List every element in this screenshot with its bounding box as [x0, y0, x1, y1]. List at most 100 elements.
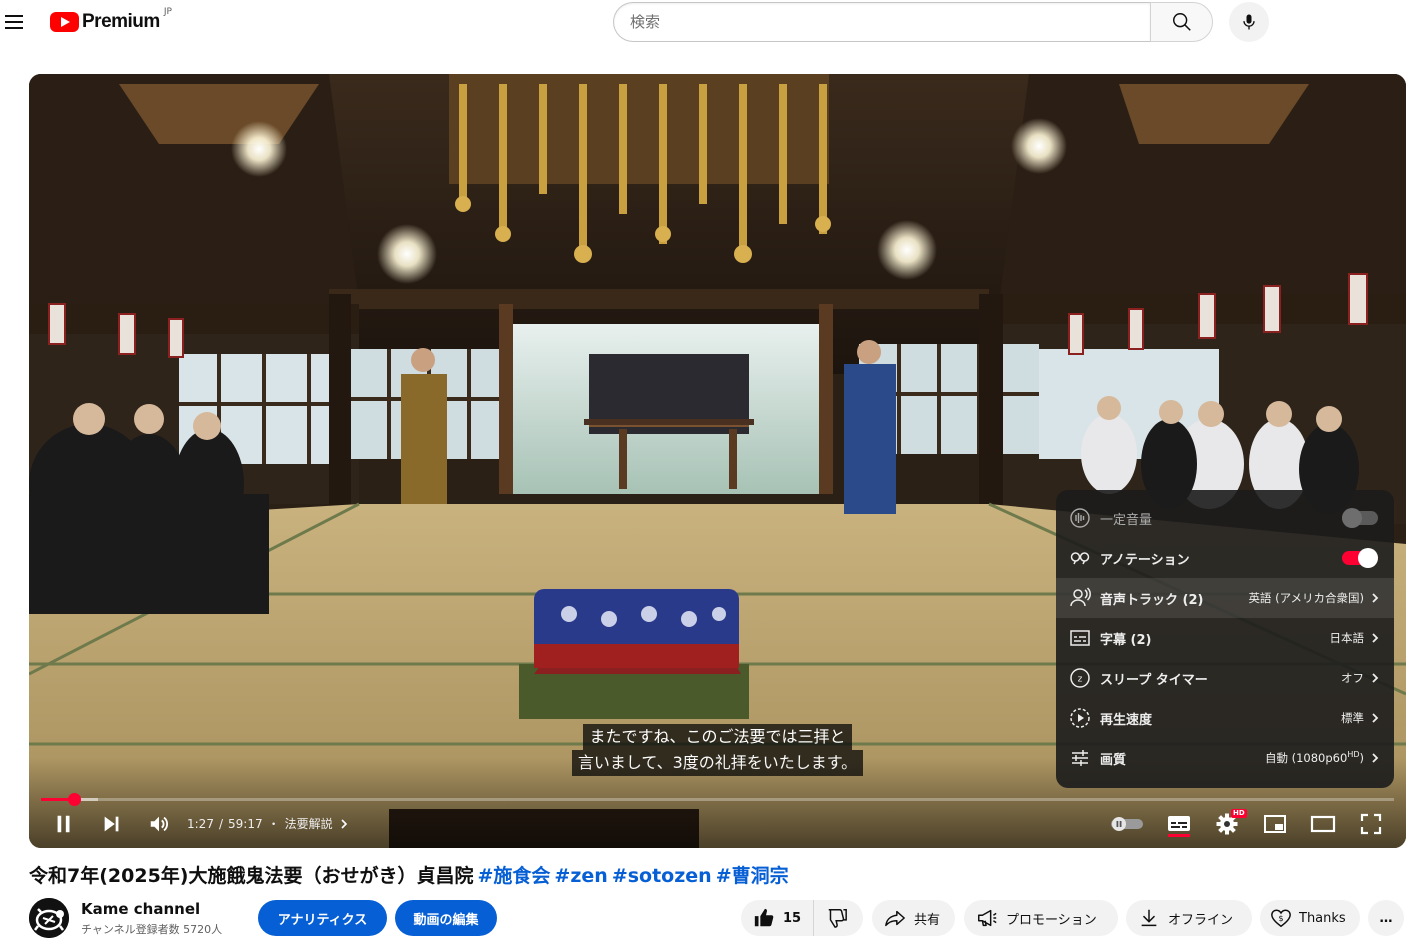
promote-label: プロモーション: [1006, 912, 1097, 928]
channel-name[interactable]: Kame channel: [81, 900, 222, 918]
download-icon: [1141, 909, 1157, 927]
menu-value: 英語 (アメリカ合衆国): [1248, 591, 1364, 605]
thanks-button[interactable]: $ Thanks: [1260, 900, 1360, 936]
pause-icon: [57, 815, 70, 833]
youtube-premium-logo[interactable]: Premium JP: [50, 7, 172, 34]
menu-value: 標準: [1341, 711, 1364, 725]
download-label: オフライン: [1168, 912, 1234, 928]
menu-item-audio-track[interactable]: 音声トラック (2) 英語 (アメリカ合衆国): [1056, 578, 1394, 618]
miniplayer-button[interactable]: [1259, 810, 1291, 838]
microphone-icon: [1243, 14, 1255, 30]
menu-item-annotations[interactable]: アノテーション: [1056, 538, 1394, 578]
hd-badge: HD: [1231, 809, 1247, 818]
edit-video-button[interactable]: 動画の編集: [395, 900, 497, 936]
svg-text:z: z: [1078, 675, 1083, 685]
dislike-button[interactable]: [814, 900, 860, 936]
chapter-title[interactable]: 法要解説: [285, 815, 333, 832]
chevron-right-icon: [1370, 592, 1380, 604]
analytics-button[interactable]: アナリティクス: [258, 900, 387, 936]
chevron-right-icon: [1370, 752, 1380, 764]
menu-item-stable-volume[interactable]: 一定音量: [1056, 498, 1394, 538]
subtitles-button[interactable]: [1163, 810, 1195, 838]
theater-mode-button[interactable]: [1307, 810, 1339, 838]
time-display: 1:27 / 59:17 ・ 法要解説: [187, 815, 350, 832]
menu-value: 日本語: [1329, 631, 1365, 645]
guide-menu-icon[interactable]: [4, 10, 28, 34]
hashtag-link[interactable]: #zen: [554, 865, 607, 887]
menu-item-sleep-timer[interactable]: z スリープ タイマー オフ: [1056, 658, 1394, 698]
audio-track-icon: [1068, 586, 1092, 610]
share-button[interactable]: 共有: [872, 900, 955, 936]
chevron-right-icon: [341, 818, 347, 829]
settings-menu: 一定音量 アノテーション 音声トラック (2) 英語 (アメリカ合衆国) 字幕 …: [1056, 490, 1394, 788]
chevron-right-icon: [1370, 672, 1380, 684]
menu-label: スリープ タイマー: [1100, 672, 1208, 688]
thumbs-down-icon: [828, 909, 847, 928]
time-duration: 59:17: [228, 816, 263, 831]
menu-label: 字幕 (2): [1100, 632, 1152, 648]
autoplay-toggle[interactable]: [1109, 810, 1145, 838]
youtube-logo-icon: [50, 12, 79, 32]
hashtag-link[interactable]: #施食会: [477, 865, 550, 887]
hashtag-link[interactable]: #曹洞宗: [716, 865, 789, 887]
megaphone-icon: [978, 909, 997, 927]
thanks-heart-icon: $: [1271, 909, 1291, 928]
mute-button[interactable]: [144, 810, 174, 838]
autoplay-icon: [1111, 817, 1143, 831]
miniplayer-icon: [1264, 815, 1286, 833]
chapter-separator: ・: [267, 817, 280, 831]
annotations-toggle[interactable]: [1342, 548, 1378, 568]
time-separator: /: [218, 816, 223, 831]
video-owner: Kame channel チャンネル登録者数 5720人: [29, 896, 222, 940]
next-button[interactable]: [97, 810, 127, 838]
menu-label: 再生速度: [1100, 712, 1153, 728]
more-actions-button[interactable]: …: [1368, 900, 1404, 936]
menu-item-subtitles[interactable]: 字幕 (2) 日本語: [1056, 618, 1394, 658]
menu-value: 自動 (1080p60HD): [1264, 750, 1364, 765]
theater-mode-icon: [1310, 815, 1336, 833]
masthead: Premium JP: [0, 0, 1412, 44]
caption-line-1: またですね、このご法要では三拝と: [583, 724, 852, 750]
sleep-timer-icon: z: [1068, 666, 1092, 690]
thumbs-up-icon: [754, 908, 774, 927]
playback-speed-icon: [1068, 706, 1092, 730]
menu-item-quality[interactable]: 画質 自動 (1080p60HD): [1056, 738, 1394, 778]
quality-icon: [1068, 746, 1092, 770]
like-button[interactable]: 15: [741, 900, 815, 936]
search-button[interactable]: [1150, 2, 1213, 42]
share-icon: [885, 910, 905, 927]
annotations-icon: [1068, 546, 1092, 570]
country-code: JP: [163, 7, 172, 17]
fullscreen-button[interactable]: [1355, 810, 1387, 838]
search-icon: [1172, 13, 1191, 31]
svg-text:$: $: [1278, 913, 1283, 923]
stable-volume-icon: [1068, 506, 1092, 530]
search-input[interactable]: [613, 2, 1150, 42]
skip-next-icon: [104, 816, 119, 832]
channel-avatar[interactable]: [29, 898, 69, 938]
video-title: 令和7年(2025年)大施餓鬼法要（おせがき）貞昌院 #施食会 #zen #sotoz…: [29, 861, 789, 888]
pause-button[interactable]: [49, 810, 79, 838]
menu-item-playback-speed[interactable]: 再生速度 標準: [1056, 698, 1394, 738]
video-player[interactable]: またですね、このご法要では三拝と 言いまして、3度の礼拝をいたします。 1:27…: [29, 74, 1406, 848]
fullscreen-icon: [1360, 813, 1382, 835]
download-button[interactable]: オフライン: [1126, 900, 1252, 936]
chevron-right-icon: [1370, 712, 1380, 724]
like-count: 15: [783, 910, 802, 926]
hashtag-link[interactable]: #sotozen: [612, 865, 712, 887]
chevron-right-icon: [1370, 632, 1380, 644]
video-title-text: 令和7年(2025年)大施餓鬼法要（おせがき）貞昌院: [29, 865, 474, 887]
like-dislike-group: 15: [741, 900, 863, 936]
promote-button[interactable]: プロモーション: [964, 900, 1118, 936]
menu-label: 画質: [1100, 752, 1127, 768]
search-box: [613, 2, 1213, 42]
volume-icon: [150, 816, 168, 832]
progress-bar[interactable]: [41, 793, 1394, 806]
subtitles-icon: [1068, 626, 1092, 650]
stable-volume-toggle[interactable]: [1342, 508, 1378, 528]
menu-value: オフ: [1341, 671, 1364, 685]
settings-button[interactable]: HD: [1211, 809, 1247, 838]
subscriber-count: チャンネル登録者数 5720人: [81, 922, 223, 936]
voice-search-button[interactable]: [1229, 2, 1269, 42]
menu-label: 一定音量: [1100, 512, 1153, 528]
